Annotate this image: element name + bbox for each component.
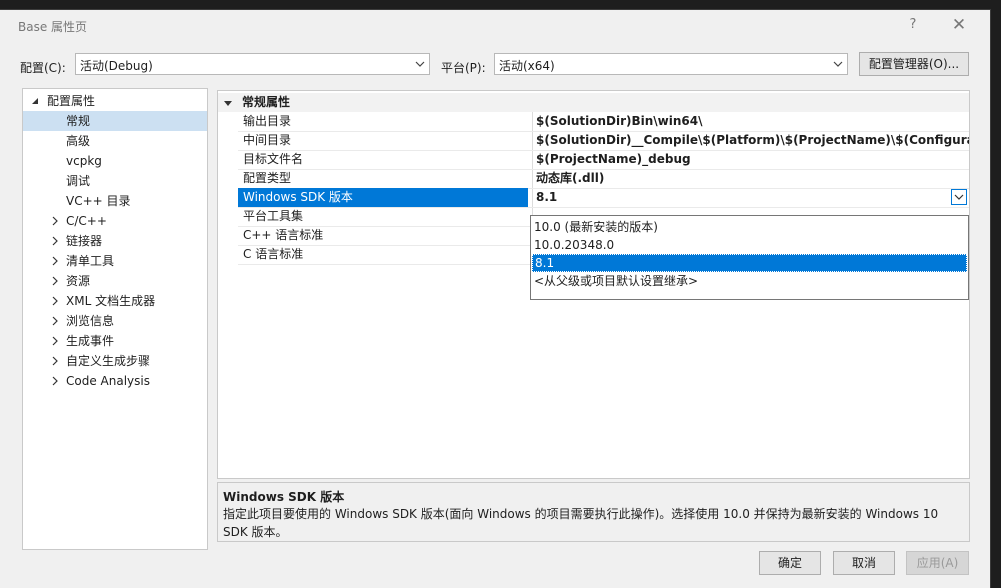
tree-node-config-properties[interactable]: 配置属性 (23, 91, 207, 111)
window-title: Base 属性页 (18, 20, 88, 34)
property-row-intermediate-dir[interactable]: 中间目录 $(SolutionDir)__Compile\$(Platform)… (238, 131, 969, 151)
tree-node-label: C/C++ (66, 214, 107, 228)
help-button[interactable]: ? (898, 14, 928, 36)
tree-node-linker[interactable]: 链接器 (23, 231, 207, 251)
property-row-config-type[interactable]: 配置类型 动态库(.dll) (238, 169, 969, 189)
property-name: 配置类型 (243, 171, 292, 185)
tree-node-browse-info[interactable]: 浏览信息 (23, 311, 207, 331)
platform-combo[interactable]: 活动(x64) (494, 53, 848, 75)
property-name: 目标文件名 (243, 152, 304, 166)
apply-button[interactable]: 应用(A) (906, 551, 969, 575)
property-name: 输出目录 (243, 114, 292, 128)
property-row-target-name[interactable]: 目标文件名 $(ProjectName)_debug (238, 150, 969, 170)
dropdown-option[interactable]: <从父级或项目默认设置继承> (532, 272, 967, 290)
tree-node-cpp[interactable]: C/C++ (23, 211, 207, 231)
dropdown-button[interactable] (951, 189, 967, 205)
category-header-general[interactable]: 常规属性 (218, 93, 969, 112)
tree-node-label: 配置属性 (47, 94, 96, 108)
collapsed-triangle-icon (52, 256, 58, 266)
description-panel: Windows SDK 版本 指定此项目要使用的 Windows SDK 版本(… (217, 482, 970, 542)
tree-node-build-events[interactable]: 生成事件 (23, 331, 207, 351)
tree-node-label: 高级 (66, 134, 91, 148)
tree-node-label: 自定义生成步骤 (66, 354, 151, 368)
config-manager-button[interactable]: 配置管理器(O)... (859, 52, 969, 76)
property-value[interactable]: 动态库(.dll) (532, 169, 969, 188)
property-value[interactable]: $(SolutionDir)__Compile\$(Platform)\$(Pr… (532, 131, 969, 150)
collapsed-triangle-icon (52, 296, 58, 306)
dropdown-option[interactable]: 10.0.20348.0 (532, 236, 967, 254)
tree-node-manifest-tool[interactable]: 清单工具 (23, 251, 207, 271)
collapsed-triangle-icon (52, 336, 58, 346)
property-name: Windows SDK 版本 (238, 188, 528, 207)
title-bar: Base 属性页 ? ✕ (0, 10, 990, 40)
tree-node-label: 常规 (66, 114, 91, 128)
expanded-triangle-icon (32, 98, 38, 104)
tree-node-label: 链接器 (66, 234, 103, 248)
collapsed-triangle-icon (52, 276, 58, 286)
tree-node-vcpkg[interactable]: vcpkg (23, 151, 207, 171)
tree-node-vc-directories[interactable]: VC++ 目录 (23, 191, 207, 211)
property-name: 平台工具集 (243, 209, 304, 223)
cancel-button[interactable]: 取消 (833, 551, 895, 575)
tree-node-label: 调试 (66, 174, 91, 188)
platform-label: 平台(P): (441, 61, 486, 75)
collapsed-triangle-icon (52, 236, 58, 246)
dropdown-option-selected[interactable]: 8.1 (532, 254, 967, 272)
property-row-output-dir[interactable]: 输出目录 $(SolutionDir)Bin\win64\ (238, 112, 969, 132)
tree-node-custom-build-step[interactable]: 自定义生成步骤 (23, 351, 207, 371)
tree-node-label: 资源 (66, 274, 91, 288)
collapsed-triangle-icon (52, 316, 58, 326)
chevron-down-icon (415, 61, 425, 67)
property-tree: 配置属性 常规 高级 vcpkg 调试 VC++ 目录 C/C++ 链接器 清单… (22, 88, 208, 550)
tree-node-resources[interactable]: 资源 (23, 271, 207, 291)
tree-node-label: VC++ 目录 (66, 194, 131, 208)
description-text: 指定此项目要使用的 Windows SDK 版本(面向 Windows 的项目需… (223, 507, 939, 539)
property-value[interactable]: $(ProjectName)_debug (532, 150, 969, 169)
tree-node-general[interactable]: 常规 (23, 111, 207, 131)
tree-node-label: 浏览信息 (66, 314, 115, 328)
property-row-windows-sdk-version[interactable]: Windows SDK 版本 8.1 (238, 188, 969, 208)
dropdown-option[interactable]: 10.0 (最新安装的版本) (532, 218, 967, 236)
description-title: Windows SDK 版本 (223, 490, 345, 504)
config-value: 活动(Debug) (80, 59, 153, 73)
collapsed-triangle-icon (52, 376, 58, 386)
tree-node-debugging[interactable]: 调试 (23, 171, 207, 191)
property-name: C++ 语言标准 (243, 228, 324, 242)
property-name: C 语言标准 (243, 247, 304, 261)
ok-button[interactable]: 确定 (759, 551, 821, 575)
sdk-version-dropdown-list: 10.0 (最新安装的版本) 10.0.20348.0 8.1 <从父级或项目默… (530, 215, 969, 300)
platform-value: 活动(x64) (499, 59, 555, 73)
config-combo[interactable]: 活动(Debug) (75, 53, 430, 75)
tree-node-label: vcpkg (66, 154, 102, 168)
property-value[interactable]: $(SolutionDir)Bin\win64\ (532, 112, 969, 131)
property-grid: 常规属性 输出目录 $(SolutionDir)Bin\win64\ 中间目录 … (217, 90, 970, 479)
property-name: 中间目录 (243, 133, 292, 147)
tree-node-label: Code Analysis (66, 374, 150, 388)
collapsed-triangle-icon (52, 216, 58, 226)
config-label: 配置(C): (20, 61, 66, 75)
collapsed-triangle-icon (52, 356, 58, 366)
tree-node-label: 清单工具 (66, 254, 115, 268)
tree-node-label: 生成事件 (66, 334, 115, 348)
expanded-triangle-icon (224, 101, 232, 106)
chevron-down-icon (833, 61, 843, 67)
tree-node-advanced[interactable]: 高级 (23, 131, 207, 151)
close-button[interactable]: ✕ (944, 14, 974, 36)
category-label: 常规属性 (242, 95, 291, 109)
tree-node-code-analysis[interactable]: Code Analysis (23, 371, 207, 391)
property-value[interactable]: 8.1 (532, 188, 969, 207)
property-pages-dialog: Base 属性页 ? ✕ 配置(C): 活动(Debug) 平台(P): 活动(… (0, 10, 990, 588)
tree-node-label: XML 文档生成器 (66, 294, 156, 308)
chevron-down-icon (954, 194, 964, 200)
tree-node-xml-doc-generator[interactable]: XML 文档生成器 (23, 291, 207, 311)
